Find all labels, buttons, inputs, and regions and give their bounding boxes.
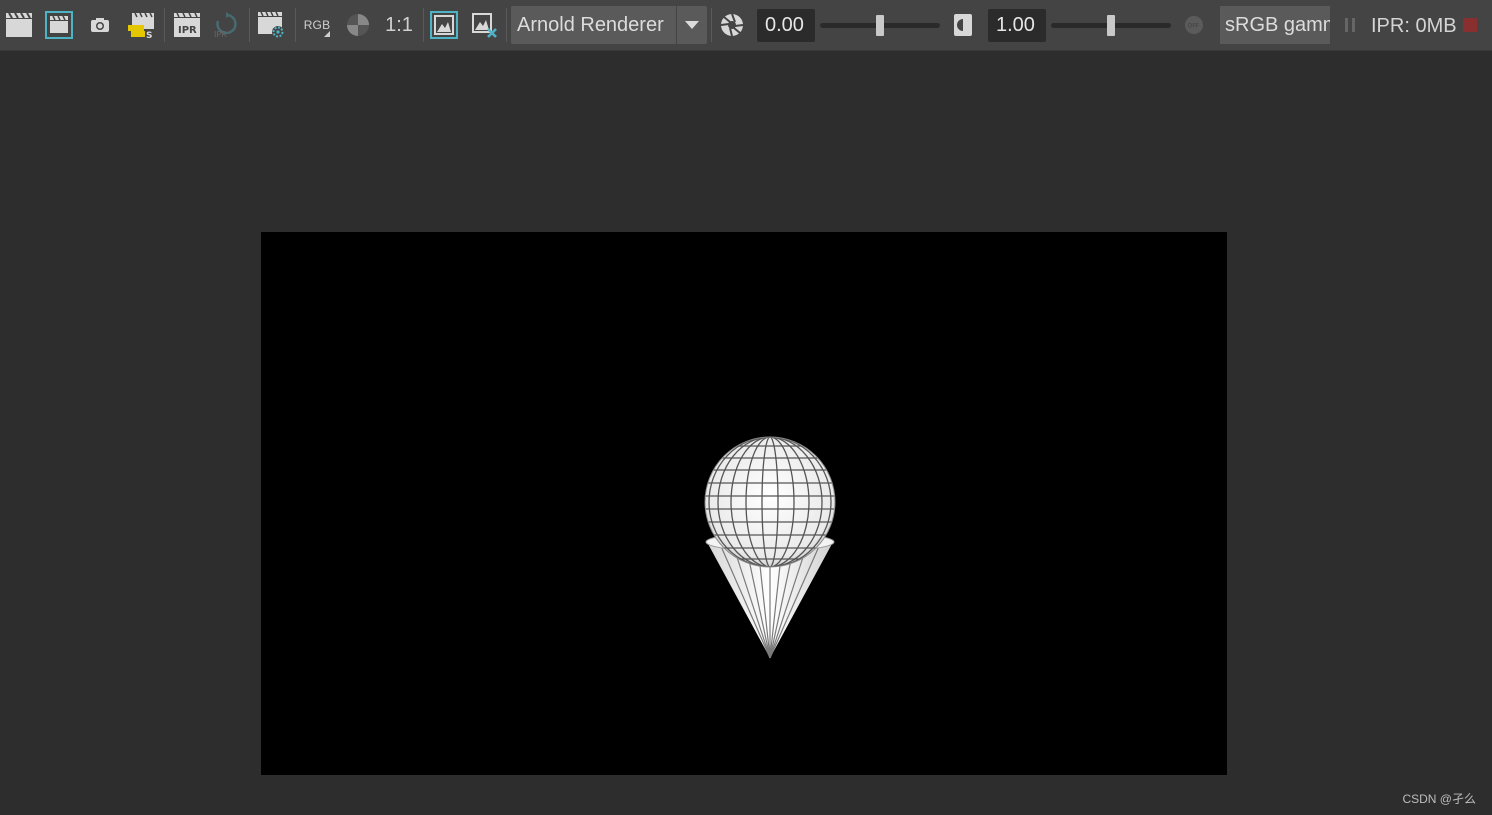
refresh-ipr-button[interactable]: IPR: [212, 0, 240, 50]
render-region-icon: [45, 11, 73, 39]
gamma-toggle-button[interactable]: [950, 0, 976, 50]
dropdown-corner-icon: [324, 31, 330, 37]
wireframe-ice-cream-cone-render: [704, 436, 836, 659]
render-region-button[interactable]: [44, 0, 74, 50]
channel-display-button[interactable]: RGB: [302, 0, 332, 50]
svg-text:S: S: [146, 31, 152, 39]
render-view-toolbar: S IPR IPR RGB 1:1 Arnold Renderer 0.00 1…: [0, 0, 1492, 51]
snapshot-button[interactable]: [88, 0, 112, 50]
exposure-toggle-button[interactable]: [718, 0, 746, 50]
remove-image-icon: [472, 13, 497, 38]
gamma-icon: [954, 14, 972, 36]
channel-display-icon: RGB: [303, 18, 331, 32]
gamma-slider-handle[interactable]: [1107, 15, 1115, 36]
pause-icon: [1345, 18, 1355, 32]
render-frame-icon: [6, 12, 32, 37]
render-viewport[interactable]: [261, 232, 1227, 775]
view-transform-toggle[interactable]: OFF: [1182, 0, 1206, 50]
svg-text:OFF: OFF: [1188, 23, 1200, 30]
real-size-button[interactable]: 1:1: [382, 0, 416, 50]
render-settings-button[interactable]: [257, 0, 287, 50]
exposure-checker-button[interactable]: [344, 0, 372, 50]
exposure-field[interactable]: 0.00: [757, 9, 815, 42]
toolbar-separator: [249, 8, 250, 42]
svg-text:IPR: IPR: [214, 30, 227, 39]
render-sequence-button[interactable]: S: [126, 0, 156, 50]
display-image-button[interactable]: [429, 0, 459, 50]
svg-text:IPR: IPR: [178, 25, 197, 36]
exposure-checker-icon: [347, 14, 369, 36]
watermark: CSDN @孑么: [1402, 792, 1476, 806]
snapshot-icon: [91, 18, 109, 32]
toolbar-separator: [711, 8, 712, 42]
stop-ipr-button[interactable]: [1460, 0, 1480, 50]
color-space-dropdown[interactable]: sRGB gamma: [1220, 6, 1330, 44]
render-frame-button[interactable]: [4, 0, 34, 50]
render-sequence-icon: S: [128, 12, 154, 39]
ipr-render-button[interactable]: IPR: [172, 0, 202, 50]
aperture-icon: [720, 13, 744, 37]
exposure-slider-handle[interactable]: [876, 15, 884, 36]
renderer-selected-label: Arnold Renderer: [517, 14, 664, 36]
toolbar-separator: [295, 8, 296, 42]
toolbar-separator: [423, 8, 424, 42]
ipr-memory-label: IPR: 0MB: [1371, 15, 1457, 37]
stop-icon: [1463, 18, 1477, 32]
render-settings-icon: [258, 11, 284, 38]
chevron-down-icon[interactable]: [676, 6, 707, 44]
renderer-dropdown[interactable]: Arnold Renderer: [511, 6, 707, 44]
gamma-field[interactable]: 1.00: [988, 9, 1046, 42]
ipr-render-icon: IPR: [174, 12, 200, 37]
toolbar-separator: [164, 8, 165, 42]
refresh-ipr-icon: IPR: [214, 12, 237, 39]
off-toggle-icon: OFF: [1185, 16, 1203, 34]
pause-ipr-button[interactable]: [1340, 0, 1360, 50]
image-icon: [430, 11, 458, 39]
remove-image-button[interactable]: [470, 0, 500, 50]
toolbar-separator: [506, 8, 507, 42]
